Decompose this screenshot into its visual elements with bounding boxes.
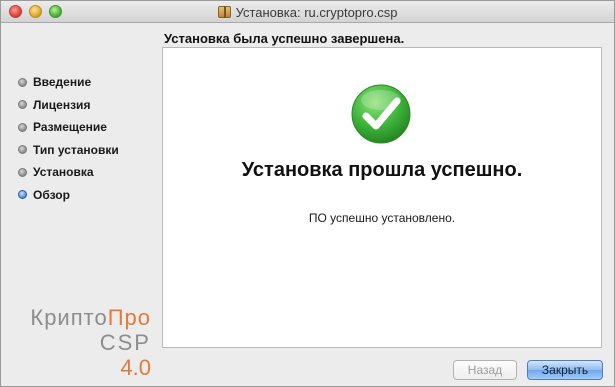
cryptopro-logo: КриптоПро CSP 4.0	[11, 307, 151, 379]
step-bullet-icon	[18, 122, 27, 132]
step-bullet-icon	[18, 100, 27, 110]
installer-steps: Введение Лицензия Размещение Тип установ…	[18, 71, 119, 206]
logo-version: 4.0	[120, 355, 151, 380]
page-heading: Установка была успешно завершена.	[164, 31, 405, 46]
step-bullet-active-icon	[18, 190, 27, 200]
step-label: Обзор	[33, 187, 70, 202]
step-installation: Установка	[18, 161, 119, 184]
content-panel: Установка прошла успешно. ПО успешно уст…	[162, 47, 602, 348]
step-intro: Введение	[18, 71, 119, 94]
step-label: Установка	[33, 165, 94, 180]
window-title-group: Установка: ru.cryptopro.csp	[1, 1, 614, 23]
step-summary: Обзор	[18, 184, 119, 207]
title-bar[interactable]: Установка: ru.cryptopro.csp	[1, 1, 614, 23]
step-bullet-icon	[18, 167, 27, 177]
step-label: Размещение	[33, 120, 107, 135]
logo-text-part1: Крипто	[30, 305, 108, 330]
back-button[interactable]: Назад	[453, 360, 517, 380]
step-label: Введение	[33, 75, 92, 90]
step-installation-type: Тип установки	[18, 139, 119, 162]
step-license: Лицензия	[18, 94, 119, 117]
step-bullet-icon	[18, 145, 27, 155]
success-message: ПО успешно установлено.	[308, 211, 456, 225]
installer-window: Установка: ru.cryptopro.csp Установка бы…	[0, 0, 615, 387]
success-title: Установка прошла успешно.	[241, 159, 523, 181]
step-label: Тип установки	[33, 142, 119, 157]
checkmark-success-icon	[351, 84, 411, 144]
logo-product: CSP	[99, 330, 151, 355]
step-destination: Размещение	[18, 116, 119, 139]
package-icon	[217, 6, 231, 18]
step-label: Лицензия	[33, 97, 91, 112]
step-bullet-icon	[18, 77, 27, 87]
window-title: Установка: ru.cryptopro.csp	[235, 4, 398, 20]
close-button[interactable]: Закрыть	[527, 360, 603, 380]
logo-text-part2: Про	[107, 305, 151, 330]
